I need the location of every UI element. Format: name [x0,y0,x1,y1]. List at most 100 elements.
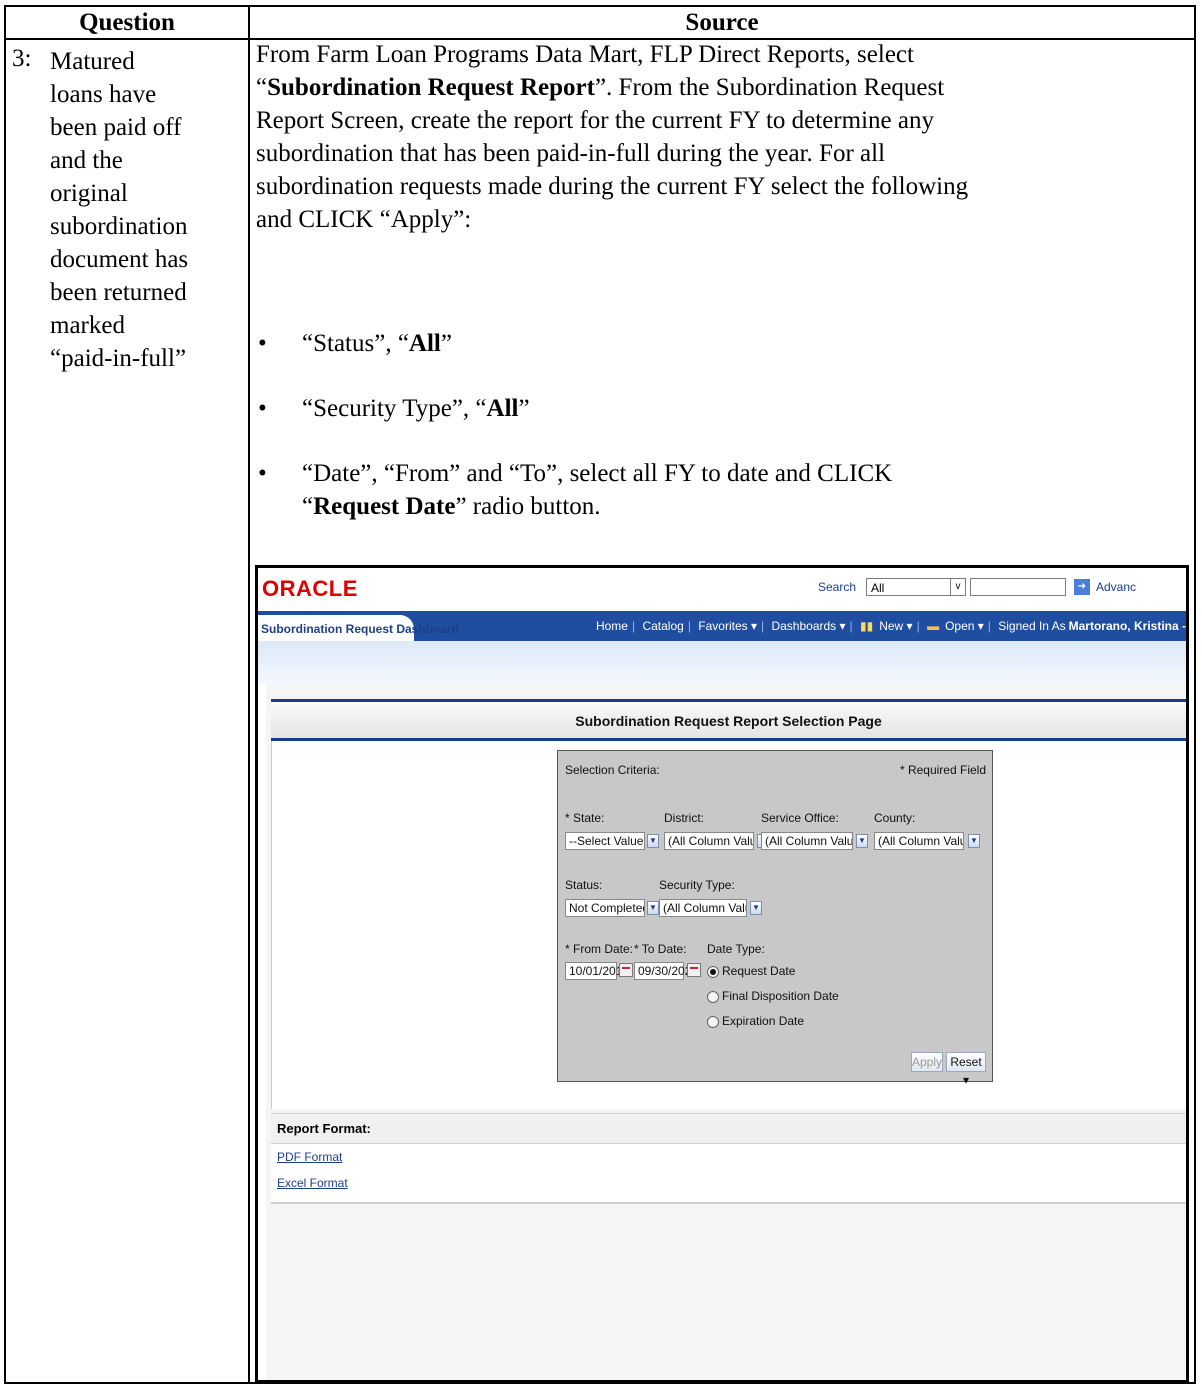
oracle-logo: ORACLE [262,576,358,601]
bullet-text-bold: All [486,395,519,422]
search-scope-select[interactable]: All v [866,578,966,596]
chevron-down-icon[interactable]: ▼ [647,834,659,848]
bullet-text-part: “Status”, “ [302,330,409,357]
chevron-down-icon[interactable]: ▼ [856,834,868,848]
divider [271,1202,1186,1204]
nav-dashboards[interactable]: Dashboards ▾ [768,619,848,633]
source-line: and CLICK “Apply”: [256,203,1176,236]
divider [271,741,272,1109]
state-select[interactable]: --Select Value-- [565,832,645,850]
state-value: --Select Value-- [569,834,645,848]
signed-in-label: Signed In As [998,619,1066,633]
question-line: marked [50,312,125,339]
source-text: subordination that has been paid-in-full… [256,140,886,167]
nav-favorites[interactable]: Favorites ▾ [695,619,760,633]
bullet-text: “Date”, “From” and “To”, select all FY t… [302,457,1182,523]
from-date-input[interactable]: 10/01/2019 [565,962,629,980]
security-type-value: (All Column Values) [663,901,746,915]
from-date-label: * From Date: [565,942,634,956]
radio-final-disposition-date[interactable] [707,991,719,1003]
advanced-search-link[interactable]: Advanc [1096,580,1186,594]
question-line: loans have [50,81,157,108]
report-format-heading: Report Format: [271,1115,1186,1144]
nav-home[interactable]: Home [593,619,631,633]
bullet-text: “Status”, “All” [302,327,1182,360]
divider [271,738,1186,741]
status-value: Not Completed [569,901,645,915]
pdf-format-link[interactable]: PDF Format [277,1150,342,1164]
table-header-row: Question Source [6,7,1194,40]
radio-label: Final Disposition Date [722,989,839,1003]
dashboard-content: Subordination Request Report Selection P… [266,685,1186,1380]
bullet-text-bold: All [408,330,441,357]
security-type-select[interactable]: (All Column Values) [659,899,747,917]
search-label: Search [817,580,856,594]
source-line: subordination that has been paid-in-full… [256,137,1176,170]
district-value: (All Column Values) [668,834,753,848]
report-format-body [271,1143,1186,1202]
nav-open[interactable]: Open ▾ [942,619,987,633]
bullet-dot: • [258,460,267,487]
nav-catalog[interactable]: Catalog [639,619,686,633]
security-type-label: Security Type: [659,878,735,892]
question-line: been returned [50,279,187,306]
embedded-screenshot: ORACLE Search All v ➜ Advanc Subordinatio… [255,565,1189,1383]
search-scope-value: All [871,581,885,595]
folder-icon: ▬ [927,619,940,633]
required-note: * Required Field [899,763,986,777]
service-office-label: Service Office: [761,811,839,825]
chevron-down-icon[interactable]: ▼ [968,834,980,848]
divider [271,699,1186,702]
source-text: Report Screen, create the report for the… [256,107,934,134]
bullet-text-part: “Date”, “From” and “To”, select all FY t… [302,460,893,487]
date-type-label: Date Type: [707,942,765,956]
bullet-text-part: ” [518,395,530,422]
source-paragraph: From Farm Loan Programs Data Mart, FLP D… [256,38,1176,236]
question-line: and the [50,147,123,174]
bullet-text-part: ” [440,330,452,357]
county-select[interactable]: (All Column Values) [874,832,964,850]
source-line: Report Screen, create the report for the… [256,104,1176,137]
reset-button[interactable]: Reset ▾ [946,1052,986,1087]
calendar-icon[interactable] [687,963,701,977]
search-input[interactable] [970,578,1066,596]
nav-new[interactable]: New ▾ [876,619,915,633]
signed-in-user[interactable]: Martorano, Kristina - [1069,619,1186,633]
divider [271,1113,1186,1114]
to-date-input[interactable]: 09/30/2020 [634,962,698,980]
status-label: Status: [565,878,603,892]
bar-chart-icon: ▮▮ [860,619,874,633]
radio-label: Request Date [722,964,796,978]
question-line: subordination [50,213,188,240]
source-line: From Farm Loan Programs Data Mart, FLP D… [256,38,1176,71]
bullet-dot: • [258,395,267,422]
global-search: Search All v ➜ Advanc [786,578,1186,598]
service-office-select[interactable]: (All Column Values) [761,832,853,850]
excel-format-link[interactable]: Excel Format [277,1176,348,1190]
apply-button[interactable]: Apply [911,1052,943,1072]
report-name-bold: Subordination Request Report [267,74,595,101]
district-select[interactable]: (All Column Values) [664,832,754,850]
question-text: Matured loans have been paid off and the… [50,45,246,375]
source-text: subordination requests made during the c… [256,173,969,200]
header-question: Question [6,7,250,38]
bullet-text-part: “ [302,493,314,520]
to-date-label: * To Date: [634,942,687,956]
bullet-text-bold: Request Date [313,493,456,520]
question-line: “paid-in-full” [50,345,187,372]
selection-criteria-box: Selection Criteria: * Required Field * S… [557,750,993,1087]
chevron-down-icon[interactable]: ▼ [647,901,659,915]
selection-panel: Subordination Request Report Selection P… [271,699,1186,1109]
source-line: “Subordination Request Report”. From the… [256,71,1176,104]
chevron-down-icon[interactable]: ▼ [750,901,762,915]
source-text: “ [256,74,268,101]
radio-expiration-date[interactable] [707,1016,719,1028]
search-go-icon[interactable]: ➜ [1074,579,1090,595]
radio-request-date[interactable] [707,966,719,978]
dashboard-tab[interactable]: Subordination Request Dashboard [258,615,459,641]
status-select[interactable]: Not Completed [565,899,645,917]
county-value: (All Column Values) [878,834,963,848]
radio-label: Expiration Date [722,1014,805,1028]
question-number: 3: [12,45,32,72]
calendar-icon[interactable] [619,963,633,977]
